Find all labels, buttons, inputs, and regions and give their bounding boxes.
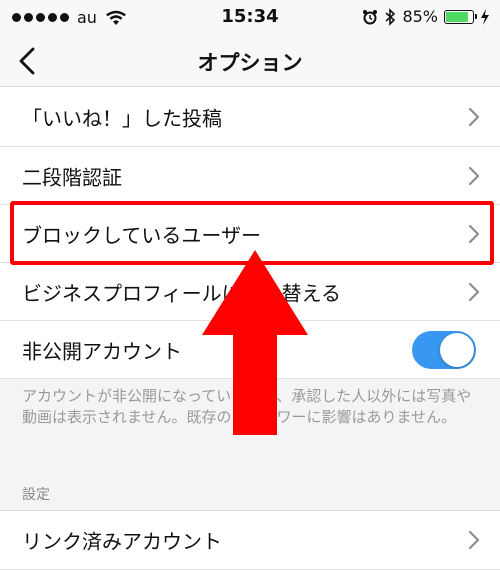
status-right: 85% (362, 7, 490, 26)
chevron-right-icon (468, 107, 480, 126)
chevron-right-icon (468, 166, 480, 185)
private-account-label: 非公開アカウント (22, 339, 182, 363)
charging-bolt-icon (481, 8, 489, 25)
linked-accounts-label: リンク済みアカウント (22, 529, 222, 554)
chevron-right-icon (468, 530, 480, 550)
nav-bar: オプション (0, 36, 500, 87)
bluetooth-icon (385, 7, 396, 26)
two-factor-row[interactable]: 二段階認証 (0, 147, 500, 205)
alarm-icon (363, 9, 378, 24)
chevron-right-icon (468, 224, 480, 243)
red-arrow-icon (202, 250, 308, 435)
status-bar: au 15:34 85% (0, 0, 500, 36)
page-title: オプション (197, 51, 303, 75)
private-account-toggle[interactable] (412, 330, 476, 369)
battery-icon (444, 9, 477, 24)
liked-posts-label: 「いいね！」した投稿 (22, 106, 222, 130)
battery-percent: 85% (402, 7, 438, 26)
chevron-right-icon (468, 282, 480, 301)
linked-accounts-row[interactable]: リンク済みアカウント (0, 510, 500, 570)
blocked-users-label: ブロックしているユーザー (22, 223, 261, 247)
toggle-knob (440, 332, 474, 367)
battery-fill (446, 11, 469, 22)
two-factor-label: 二段階認証 (22, 165, 122, 189)
liked-posts-row[interactable]: 「いいね！」した投稿 (0, 87, 500, 147)
settings-section-header: 設定 (22, 487, 50, 503)
